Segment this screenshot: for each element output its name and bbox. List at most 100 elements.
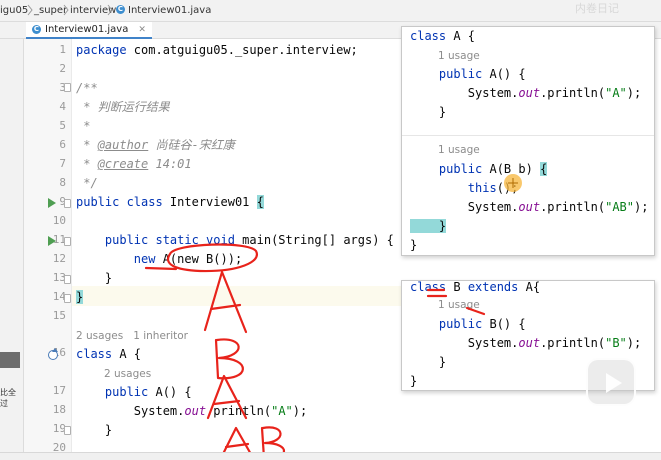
keyword: public [410, 317, 483, 331]
chevron-right-icon [63, 4, 69, 16]
javadoc-tag: @author [97, 138, 149, 152]
code-line: System.out.println("A"); [76, 402, 307, 421]
line-number: 2 [59, 62, 66, 75]
run-icon[interactable] [48, 198, 56, 208]
keyword: package [76, 43, 127, 57]
code-line: package com.atguigu05._super.interview; [76, 41, 358, 60]
code-line: /** [76, 81, 98, 95]
line-number: 4 [59, 100, 66, 113]
play-triangle-icon [606, 373, 622, 393]
usage-hint[interactable]: 1 usage [438, 144, 480, 156]
usage-hint[interactable]: 1 usage [438, 50, 480, 62]
fold-icon[interactable] [64, 275, 71, 284]
usages-link[interactable]: 2 usages [76, 330, 123, 342]
status-bar [0, 452, 661, 460]
code-line: } [76, 271, 113, 285]
mouse-cursor-icon [504, 174, 522, 192]
code-line: class B extends A{ [410, 280, 541, 297]
line-number: 5 [59, 119, 66, 132]
code-text: ); [626, 336, 642, 350]
close-icon[interactable]: ✕ [138, 25, 146, 35]
code-line: } [410, 105, 447, 119]
left-tool-strip: 比全过 [0, 39, 24, 460]
code-text: A{ [518, 280, 541, 294]
code-line: System.out.println("B"); [410, 334, 641, 353]
code-line: } [410, 355, 447, 369]
class-file-icon: C [116, 5, 125, 14]
usage-hint[interactable]: 2 usages 1 inheritor [76, 330, 188, 342]
play-icon[interactable] [586, 358, 636, 406]
code-line: } [76, 423, 113, 437]
code-line: * 判断运行结果 [76, 100, 170, 114]
static-field: out [518, 336, 541, 350]
quick-definition-popup-class-a[interactable]: class A { 1 usage public A() { System.ou… [401, 26, 655, 256]
code-line: * [76, 119, 91, 133]
code-text: B [446, 280, 468, 294]
fold-icon[interactable] [64, 426, 71, 435]
line-number: 1 [59, 43, 66, 56]
implemented-icon[interactable] [48, 348, 58, 360]
breadcrumb-item-module[interactable]: igu05 [0, 5, 28, 16]
comment-text: 14:01 [148, 157, 192, 171]
code-line: * @author 尚硅谷-宋红康 [76, 136, 235, 155]
code-text: System. [76, 404, 185, 418]
tab-label: Interview01.java [45, 24, 129, 35]
comment-text: * [76, 157, 98, 171]
code-text: main(String[] args) { [234, 233, 394, 247]
line-number: 7 [59, 157, 66, 170]
code-text: .println( [540, 200, 606, 214]
string-literal: "B" [605, 336, 627, 350]
code-text: B() { [482, 317, 526, 331]
fold-icon[interactable] [64, 83, 71, 92]
matched-brace: } [76, 290, 84, 304]
fold-icon[interactable] [64, 237, 71, 246]
keyword: public static void [76, 233, 235, 247]
javadoc-tag: @create [97, 157, 149, 171]
string-literal: "A" [605, 86, 627, 100]
code-line: public class Interview01 { [76, 193, 264, 212]
watermark: 内卷日记 [575, 2, 619, 15]
editor-gutter: 1 2 3 4 5 6 7 8 9 10 11 12 13 14 15 16 1… [24, 39, 72, 460]
run-icon[interactable] [48, 236, 56, 246]
code-text: A() { [482, 67, 526, 81]
keyword: public [410, 67, 483, 81]
keyword: public [410, 162, 483, 176]
code-line: public B() { [410, 315, 526, 334]
code-line: new A(new B()); [76, 250, 242, 269]
line-number: 17 [52, 384, 66, 397]
string-literal: "AB" [605, 200, 634, 214]
comment-text: * [76, 138, 98, 152]
usage-hint[interactable]: 1 usage [438, 299, 480, 311]
breadcrumb: igu05 _super interview C Interview01.jav… [0, 0, 661, 22]
string-literal: "A" [271, 404, 293, 418]
code-line: System.out.println("A"); [410, 84, 641, 103]
code-line: } [410, 238, 418, 252]
code-line: } [410, 217, 447, 236]
chevron-right-icon [27, 4, 33, 16]
code-line: public static void main(String[] args) { [76, 231, 394, 250]
code-line: */ [76, 176, 98, 190]
keyword: this [410, 181, 497, 195]
tool-strip-label: 比全过 [0, 388, 16, 408]
usage-hint[interactable]: 2 usages [104, 368, 151, 380]
code-text: com.atguigu05._super.interview; [126, 43, 358, 57]
code-line: * @create 14:01 [76, 155, 192, 174]
inheritors-link[interactable]: 1 inheritor [133, 330, 188, 342]
code-text: .println( [540, 336, 606, 350]
tab-interview01-java[interactable]: C Interview01.java ✕ [26, 22, 152, 39]
keyword: new [76, 252, 156, 266]
breadcrumb-item-file[interactable]: Interview01.java [128, 5, 211, 16]
code-line: System.out.println("AB"); [410, 198, 649, 217]
fold-icon[interactable] [64, 199, 71, 208]
fold-icon[interactable] [64, 294, 71, 303]
class-file-icon: C [32, 25, 41, 34]
tool-window-button[interactable] [0, 352, 20, 368]
line-number: 8 [59, 176, 66, 189]
code-text: .println( [540, 86, 606, 100]
code-text: .println( [206, 404, 272, 418]
code-text: System. [410, 200, 519, 214]
code-line: } [410, 374, 418, 388]
keyword: public [76, 385, 149, 399]
static-field: out [518, 200, 541, 214]
code-text: ); [292, 404, 308, 418]
